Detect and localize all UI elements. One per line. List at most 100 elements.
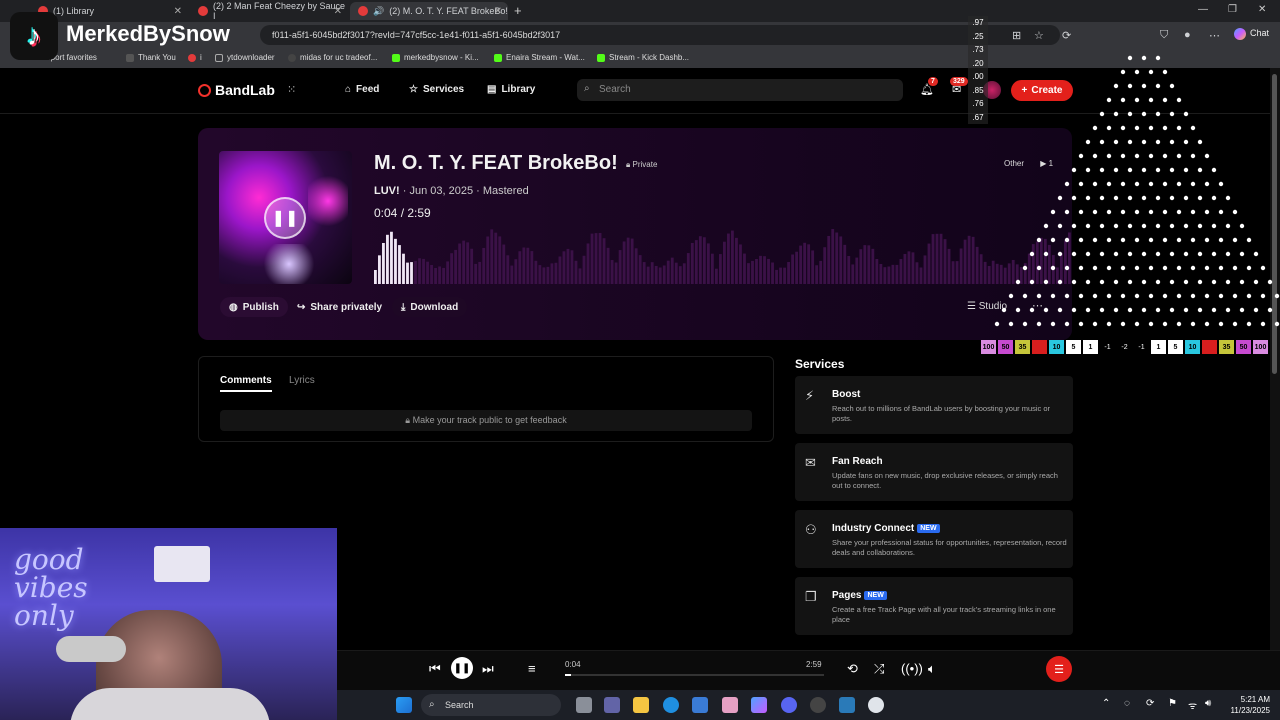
- speaker-icon[interactable]: 🔊: [373, 6, 384, 17]
- chevron-up-icon[interactable]: ⌃: [1102, 698, 1110, 709]
- file-explorer-icon[interactable]: [633, 697, 649, 713]
- overlay-dot: [1183, 307, 1189, 313]
- apps-grid-icon[interactable]: ⁙: [287, 83, 296, 96]
- maximize-icon[interactable]: ❐: [1228, 4, 1237, 15]
- tray-icon[interactable]: ◌: [1124, 698, 1130, 709]
- search-input[interactable]: ⌕ Search: [577, 79, 903, 101]
- bandlab-logo[interactable]: BandLab: [198, 82, 275, 98]
- publish-button[interactable]: ◍ Publish: [220, 297, 288, 317]
- share-privately-button[interactable]: ↪ Share privately: [288, 297, 391, 317]
- download-button[interactable]: ⤓ Download: [392, 297, 468, 317]
- waveform-bar: [779, 267, 782, 284]
- overlay-dot: [1204, 237, 1210, 243]
- artist-link[interactable]: LUV!: [374, 185, 400, 197]
- logo-text: BandLab: [215, 82, 275, 98]
- chat-button[interactable]: Chat: [1234, 28, 1269, 40]
- overlay-dot: [1029, 251, 1035, 257]
- photos-icon[interactable]: [839, 697, 855, 713]
- overlay-dot: [1078, 321, 1084, 327]
- app-icon[interactable]: [868, 697, 884, 713]
- taskbar-clock[interactable]: 5:21 AM 11/23/2025: [1226, 694, 1270, 716]
- bookmark-item[interactable]: merkedbysnow - Ki...: [392, 53, 479, 62]
- waveform[interactable]: [374, 228, 1072, 284]
- waveform-bar: [887, 266, 891, 284]
- edge-icon[interactable]: [663, 697, 679, 713]
- overlay-dot: [1274, 293, 1280, 299]
- overlay-dot: [1036, 293, 1042, 299]
- repeat-icon[interactable]: ⟲: [847, 661, 858, 677]
- tab-moty[interactable]: 🔊 (2) M. O. T. Y. FEAT BrokeBo! ✕: [350, 2, 508, 20]
- overlay-dot: [1043, 307, 1049, 313]
- task-view-icon[interactable]: [576, 697, 592, 713]
- waveform-bar: [606, 247, 610, 284]
- overlay-dot: [1183, 195, 1189, 201]
- service-fan-reach[interactable]: ✉ Fan Reach Update fans on new music, dr…: [795, 443, 1073, 501]
- broadcast-icon[interactable]: ((•)): [901, 661, 923, 676]
- tab-comments[interactable]: Comments: [220, 375, 272, 392]
- player-menu-button[interactable]: ☰: [1046, 656, 1072, 682]
- tab-lyrics[interactable]: Lyrics: [289, 375, 315, 386]
- shuffle-icon[interactable]: ⤮: [874, 661, 884, 677]
- taskbar-search[interactable]: ⌕ Search: [421, 694, 561, 716]
- overlay-dot: [1141, 139, 1147, 145]
- window-close-icon[interactable]: ✕: [1258, 4, 1266, 15]
- volume-icon[interactable]: 🔈︎: [928, 661, 936, 677]
- overlay-dot: [1057, 195, 1063, 201]
- overlay-dot: [1127, 307, 1133, 313]
- store-icon[interactable]: [692, 697, 708, 713]
- obs-icon[interactable]: [810, 697, 826, 713]
- discord-icon[interactable]: [781, 697, 797, 713]
- minimize-icon[interactable]: —: [1198, 4, 1208, 15]
- service-desc: Reach out to millions of BandLab users b…: [832, 404, 1051, 423]
- speaker-icon[interactable]: 🔊︎: [1205, 698, 1211, 709]
- address-bar[interactable]: f011-a5f1-6045bd2f3017?revId=747cf5cc-1e…: [260, 25, 1060, 45]
- waveform-bar: [939, 233, 943, 284]
- bookmark-label: Stream - Kick Dashb...: [609, 53, 690, 62]
- overlay-dot: [1141, 279, 1147, 285]
- bookmark-item[interactable]: Enaira Stream - Wat...: [494, 53, 585, 62]
- player-pause-button[interactable]: ❚❚: [451, 657, 473, 679]
- start-icon[interactable]: [396, 697, 412, 713]
- overlay-dot: [1169, 167, 1175, 173]
- next-icon[interactable]: ⏭︎: [482, 661, 494, 677]
- app-icon[interactable]: [722, 697, 738, 713]
- waveform-bar: [815, 265, 819, 284]
- overlay-dot: [994, 321, 1000, 327]
- service-industry-connect[interactable]: ⚇ Industry Connect NEW Share your profess…: [795, 510, 1073, 568]
- sync-icon[interactable]: ⟳: [1146, 698, 1154, 709]
- waveform-bar: [386, 234, 389, 284]
- waveform-bar: [686, 253, 690, 284]
- copilot-icon[interactable]: [751, 697, 767, 713]
- library-icon: ▤: [487, 84, 497, 95]
- waveform-bar: [430, 264, 433, 284]
- tray-icon[interactable]: ⚑: [1168, 698, 1177, 709]
- overlay-dot: [1099, 195, 1105, 201]
- service-boost[interactable]: ⚡︎ Boost Reach out to millions of BandLa…: [795, 376, 1073, 434]
- previous-icon[interactable]: ⏮︎: [429, 661, 441, 677]
- overlay-dot: [1029, 307, 1035, 313]
- overlay-dot: [1246, 293, 1252, 299]
- player-progress[interactable]: [565, 674, 824, 676]
- waveform-bar: [767, 258, 770, 284]
- waveform-bar: [694, 240, 698, 284]
- bookmark-item[interactable]: midas for uc tradeof...: [288, 53, 377, 62]
- nav-library[interactable]: ▤ Library: [487, 84, 535, 95]
- wifi-icon[interactable]: ᯤ: [1188, 698, 1197, 712]
- bookmark-item[interactable]: Stream - Kick Dashb...: [597, 53, 689, 62]
- cover-pause-button[interactable]: ❚❚: [264, 197, 306, 239]
- service-pages[interactable]: ❐ Pages NEW Create a free Track Page with…: [795, 577, 1073, 635]
- overlay-dot: [1183, 111, 1189, 117]
- waveform-bar: [702, 237, 706, 284]
- waveform-bar: [682, 263, 686, 284]
- nav-feed[interactable]: ⌂ Feed: [345, 84, 379, 95]
- teams-icon[interactable]: [604, 697, 620, 713]
- waveform-bar: [983, 261, 987, 284]
- nav-services[interactable]: ☆ Services: [409, 84, 464, 95]
- waveform-bar: [963, 239, 967, 284]
- close-icon[interactable]: ✕: [334, 6, 342, 17]
- overlay-dot: [1218, 293, 1224, 299]
- service-name: Fan Reach: [832, 456, 883, 467]
- close-icon[interactable]: ✕: [494, 6, 502, 17]
- new-tab-icon[interactable]: +: [514, 3, 522, 18]
- queue-icon[interactable]: ≡: [528, 661, 536, 676]
